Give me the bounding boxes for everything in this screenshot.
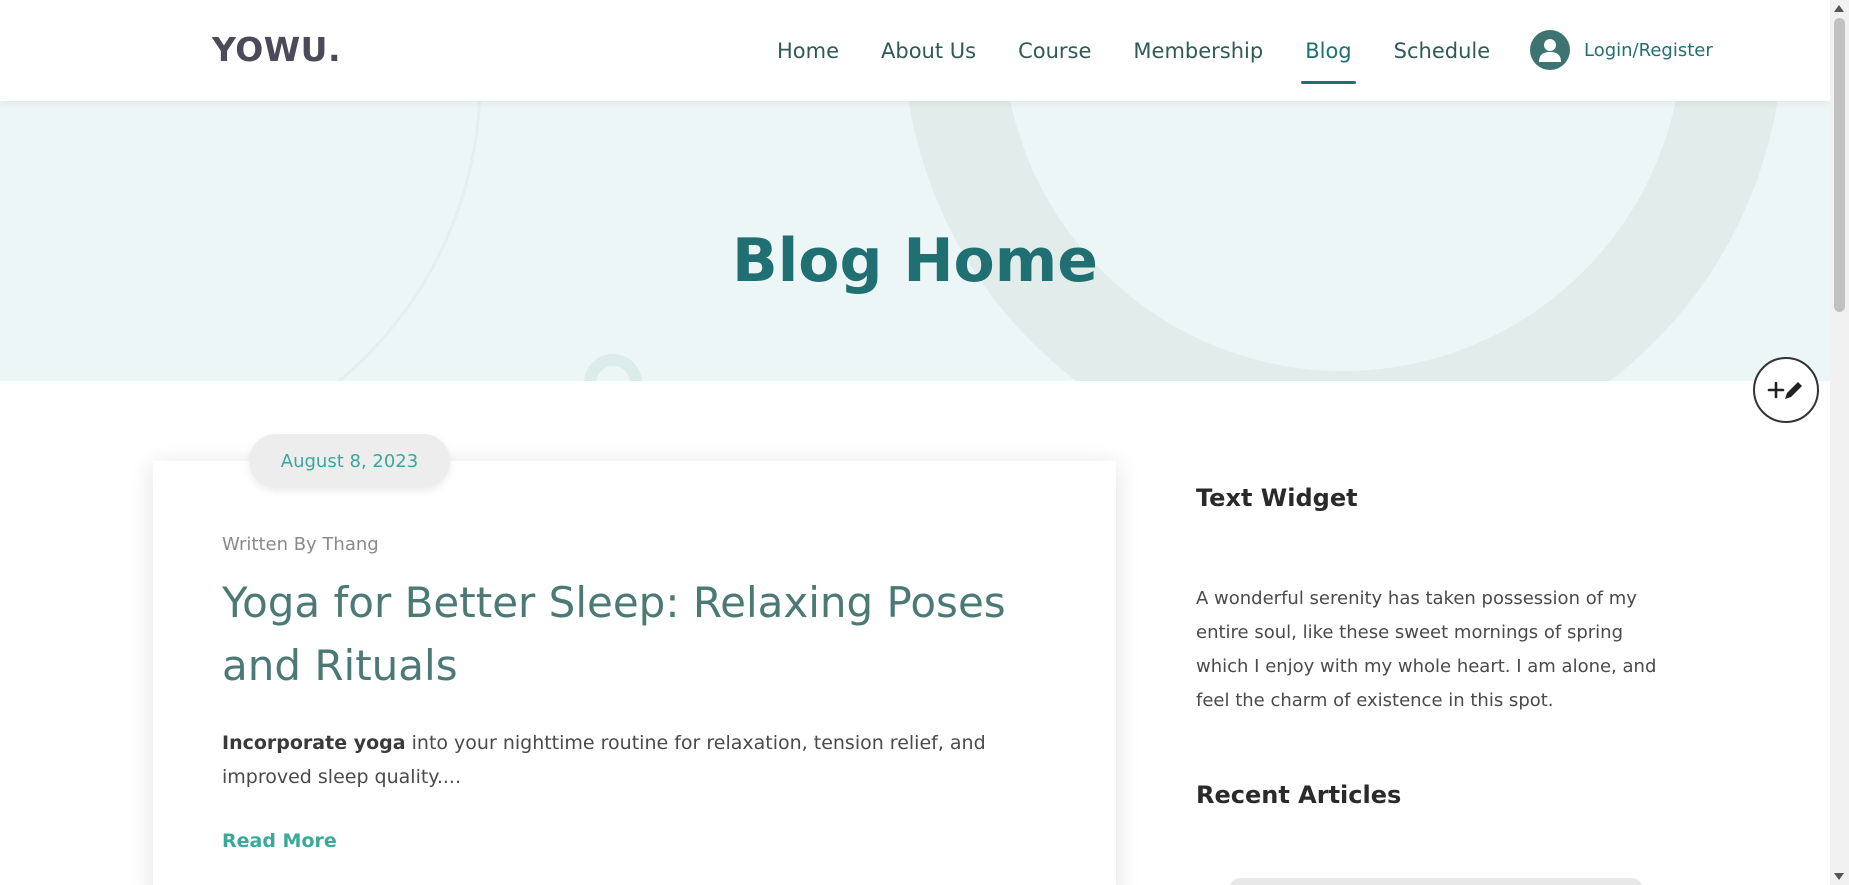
- nav-item-course[interactable]: Course: [1018, 38, 1091, 64]
- post-card: Written By Thang Yoga for Better Sleep: …: [153, 461, 1116, 885]
- post-date-badge: August 8, 2023: [249, 434, 450, 488]
- post-author: Written By Thang: [222, 534, 379, 555]
- nav-item-about-us[interactable]: About Us: [881, 38, 976, 64]
- text-widget-body: A wonderful serenity has taken possessio…: [1196, 588, 1657, 711]
- nav-item-home[interactable]: Home: [777, 38, 839, 64]
- post-title[interactable]: Yoga for Better Sleep: Relaxing Poses an…: [222, 571, 1052, 697]
- scroll-up-arrow-icon[interactable]: [1834, 5, 1844, 12]
- add-edit-button[interactable]: [1753, 357, 1819, 423]
- page-hero: Blog Home: [0, 101, 1830, 381]
- nav-item-blog[interactable]: Blog: [1301, 38, 1357, 84]
- add-edit-icon: [1767, 381, 1802, 399]
- recent-articles-title: Recent Articles: [1196, 781, 1402, 809]
- scroll-thumb[interactable]: [1834, 18, 1845, 312]
- nav-item-membership[interactable]: Membership: [1133, 38, 1263, 64]
- page-scrollbar[interactable]: [1830, 0, 1849, 885]
- login-register-link[interactable]: Login/Register: [1530, 30, 1713, 70]
- user-icon: [1530, 30, 1570, 70]
- scroll-down-arrow-icon[interactable]: [1834, 873, 1844, 880]
- text-widget-title: Text Widget: [1196, 484, 1358, 512]
- post-excerpt: Incorporate yoga into your nighttime rou…: [222, 726, 1052, 794]
- site-header: YOWU. Home About Us Course Membership Bl…: [0, 0, 1830, 101]
- main-nav: Home About Us Course Membership Blog Sch…: [777, 38, 1532, 84]
- login-register-label: Login/Register: [1584, 39, 1713, 61]
- site-logo[interactable]: YOWU.: [212, 30, 341, 69]
- page-title: Blog Home: [731, 226, 1098, 296]
- post-excerpt-highlight: Incorporate yoga: [222, 732, 406, 754]
- read-more-link[interactable]: Read More: [222, 830, 337, 852]
- nav-item-schedule[interactable]: Schedule: [1394, 38, 1491, 64]
- recent-article-item[interactable]: [1230, 878, 1642, 885]
